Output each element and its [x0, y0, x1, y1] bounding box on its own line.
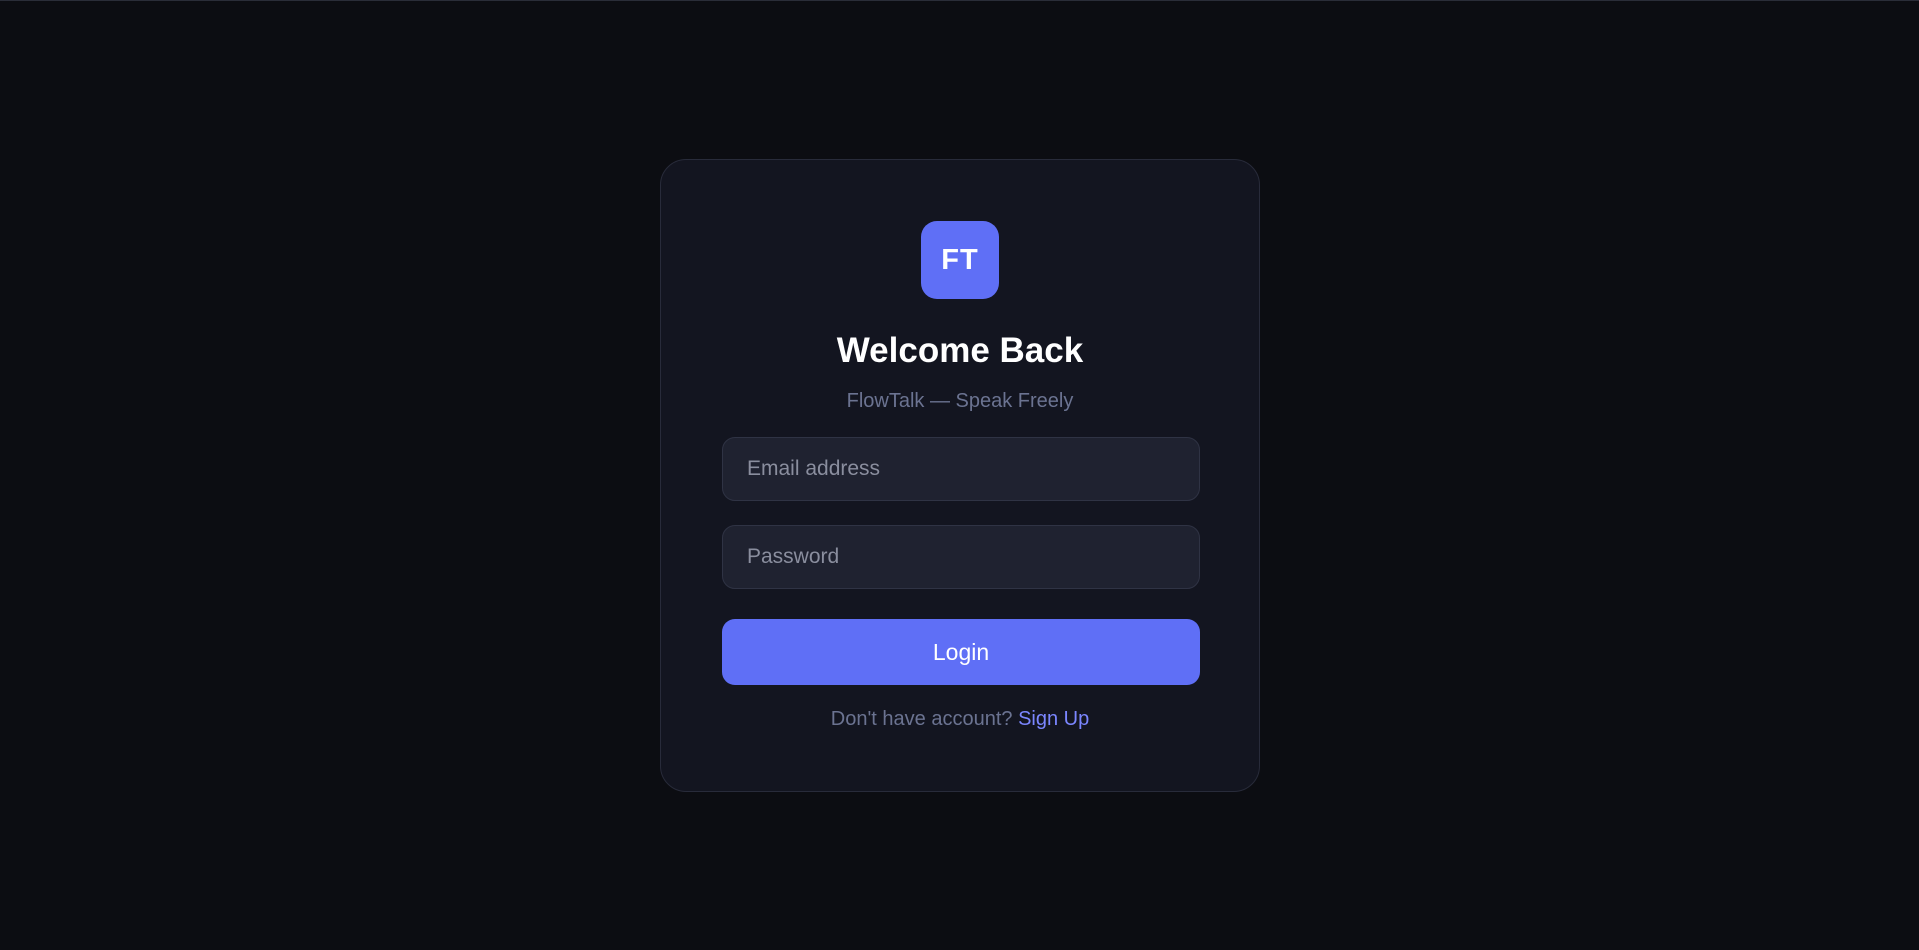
- signup-prompt-row: Don't have account? Sign Up: [661, 707, 1259, 731]
- login-button[interactable]: Login: [722, 619, 1200, 685]
- signup-prompt-text: Don't have account?: [830, 708, 1013, 730]
- email-field[interactable]: [722, 437, 1200, 501]
- app-logo: FT: [921, 221, 999, 299]
- login-card: FT Welcome Back FlowTalk — Speak Freely …: [660, 159, 1260, 792]
- logo-initials: FT: [941, 243, 979, 276]
- signup-link[interactable]: Sign Up: [1018, 708, 1089, 730]
- login-page: FT Welcome Back FlowTalk — Speak Freely …: [0, 0, 1919, 950]
- password-field[interactable]: [722, 525, 1200, 589]
- page-subtitle: FlowTalk — Speak Freely: [846, 390, 1074, 412]
- page-title: Welcome Back: [836, 331, 1084, 370]
